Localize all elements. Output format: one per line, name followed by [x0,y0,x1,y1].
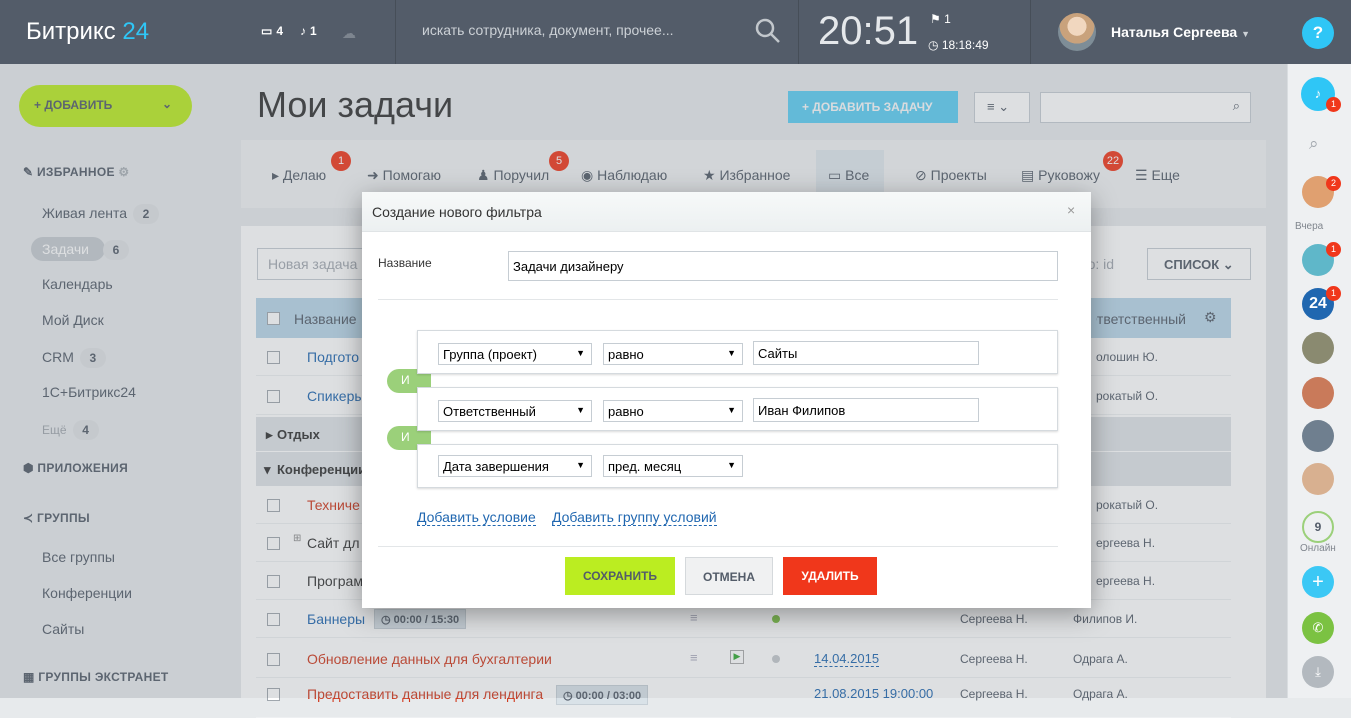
dropdown-arrow-icon: ▼ [576,348,585,358]
online-label: Онлайн [1300,543,1336,554]
dropdown-arrow-icon: ▼ [727,460,736,470]
dropdown-arrow-icon: ▼ [576,405,585,415]
add-condition-link[interactable]: Добавить условие [417,509,536,526]
flag-icon: ⚑ [930,12,941,26]
chat-icon: ▭ [261,24,273,38]
condition-op-select[interactable]: пред. месяц ▼ [603,455,743,477]
avatar-badge: 1 [1326,286,1341,301]
logo[interactable]: Битрикс 24 [26,18,149,46]
condition-op-select[interactable]: равно ▼ [603,400,743,422]
user-avatar[interactable] [1058,13,1096,51]
notify-counter[interactable]: ♪ 1 [300,24,317,38]
delete-button[interactable]: УДАЛИТЬ [783,557,877,595]
dropdown-arrow-icon: ▼ [576,460,585,470]
condition-row: Ответственный ▼ равно ▼ Иван Филипов [417,387,1058,431]
avatar[interactable] [1302,332,1334,364]
condition-op-select[interactable]: равно ▼ [603,343,743,365]
cloud-icon[interactable]: ☁ [342,25,356,42]
condition-value-input[interactable]: Иван Филипов [753,398,979,422]
name-label: Название [378,256,432,270]
divider [378,546,1058,547]
condition-field-select[interactable]: Группа (проект) ▼ [438,343,592,365]
bell-icon: ♪ [300,24,306,38]
avatar[interactable] [1302,463,1334,495]
chevron-down-icon: ▼ [1241,29,1250,39]
cancel-button[interactable]: ОТМЕНА [685,557,773,595]
dropdown-arrow-icon: ▼ [727,348,736,358]
bell-badge: 1 [1326,97,1341,112]
help-button[interactable]: ? [1302,17,1334,49]
avatar-badge: 2 [1326,176,1341,191]
condition-row: Дата завершения ▼ пред. месяц ▼ [417,444,1058,488]
filter-name-input[interactable]: Задачи дизайнеру [508,251,1058,281]
divider [798,0,799,64]
work-timer[interactable]: ◷ 18:18:49 [928,38,989,52]
add-condition-group-link[interactable]: Добавить группу условий [552,509,717,526]
dropdown-arrow-icon: ▼ [727,405,736,415]
condition-field-select[interactable]: Ответственный ▼ [438,400,592,422]
filter-dialog: Создание нового фильтра × Название Задач… [362,192,1091,608]
search-icon[interactable] [755,18,781,44]
avatar-badge: 1 [1326,242,1341,257]
clock[interactable]: 20:51 [818,9,918,54]
download-icon[interactable]: ⤓ [1302,656,1334,688]
divider [1030,0,1031,64]
header-search-input[interactable]: искать сотрудника, документ, прочее... [422,22,722,38]
search-icon[interactable]: ⌕ [1309,134,1319,154]
avatar[interactable] [1302,377,1334,409]
condition-field-select[interactable]: Дата завершения ▼ [438,455,592,477]
condition-row: Группа (проект) ▼ равно ▼ Сайты [417,330,1058,374]
avatar[interactable] [1302,420,1334,452]
dialog-title: Создание нового фильтра [372,204,542,220]
save-button[interactable]: СОХРАНИТЬ [565,557,675,595]
phone-icon[interactable]: ✆ [1302,612,1334,644]
condition-value-input[interactable]: Сайты [753,341,979,365]
online-counter[interactable]: 9 [1302,511,1334,543]
add-chat-icon[interactable]: + [1302,566,1334,598]
divider [378,299,1058,300]
clock-icon: ◷ [928,38,939,52]
yesterday-label: Вчера [1295,221,1324,232]
close-icon[interactable]: × [1067,202,1075,218]
divider [395,0,396,64]
chat-counter[interactable]: ▭ 4 [261,24,283,38]
user-name[interactable]: Наталья Сергеева ▼ [1111,24,1250,40]
flag-counter[interactable]: ⚑ 1 [930,12,951,26]
